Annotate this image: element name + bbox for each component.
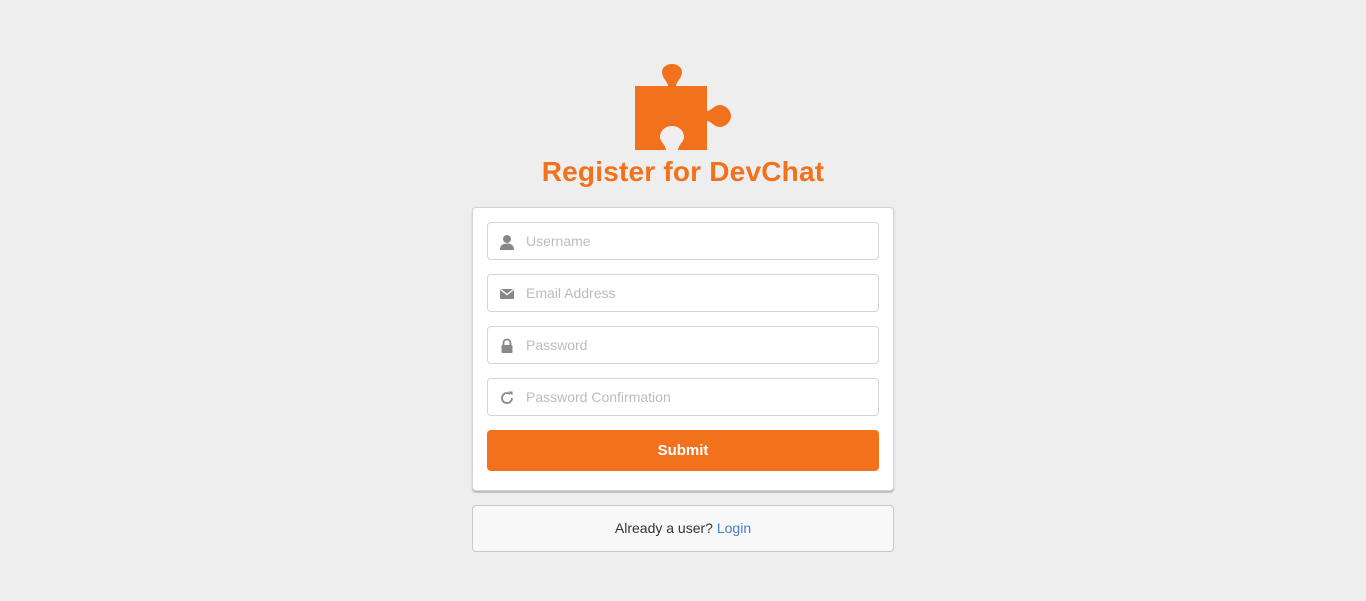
- password-field[interactable]: [487, 326, 879, 364]
- login-link[interactable]: Login: [717, 520, 751, 536]
- email-input[interactable]: [526, 275, 874, 311]
- login-message: Already a user? Login: [472, 505, 894, 552]
- password-confirmation-field[interactable]: [487, 378, 879, 416]
- register-form-card: Submit: [472, 207, 894, 491]
- envelope-icon: [500, 288, 514, 299]
- login-prompt: Already a user?: [614, 520, 713, 536]
- password-input[interactable]: [526, 327, 874, 363]
- submit-button[interactable]: Submit: [487, 430, 879, 471]
- password-confirmation-input[interactable]: [526, 379, 874, 415]
- redo-icon: [501, 391, 513, 404]
- username-field[interactable]: [487, 222, 879, 260]
- page-title: Register for DevChat: [541, 156, 825, 187]
- user-icon: [500, 235, 514, 250]
- puzzle-piece-icon: [635, 64, 731, 150]
- lock-icon: [501, 338, 513, 353]
- username-input[interactable]: [526, 223, 874, 259]
- email-field[interactable]: [487, 274, 879, 312]
